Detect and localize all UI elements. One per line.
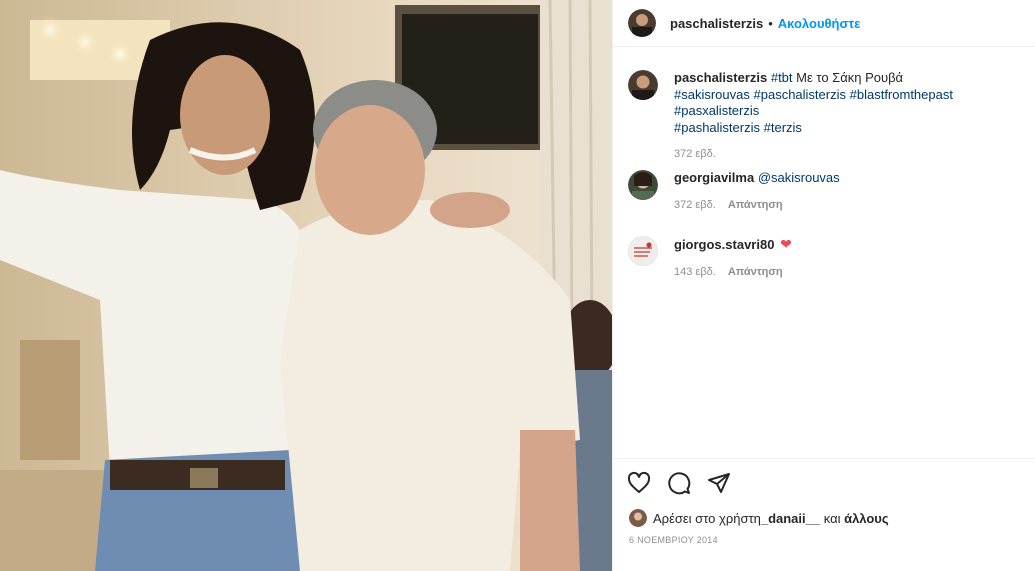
follow-button[interactable]: Ακολουθήστε [778,16,861,31]
hashtag[interactable]: #pashalisterzis [674,120,760,135]
caption: paschalisterzis #tbt Με το Σάκη Ρουβά #s… [628,70,1014,163]
likes-summary: Αρέσει στο χρήστη _danaii__ και άλλους [613,507,1034,529]
reply-button[interactable]: Απάντηση [728,197,783,214]
action-bar [613,459,1034,507]
heart-icon[interactable] [627,471,651,495]
liker-username[interactable]: _danaii__ [761,511,820,526]
likes-prefix: Αρέσει στο χρήστη [653,510,761,526]
comments-list: paschalisterzis #tbt Με το Σάκη Ρουβά #s… [613,48,1034,458]
author-avatar[interactable] [628,9,656,37]
comment-mention[interactable]: @sakisrouvas [758,170,840,185]
caption-body: paschalisterzis #tbt Με το Σάκη Ρουβά #s… [674,70,1014,163]
likes-middle: και [820,510,845,526]
comment-meta: 372 εβδ. Απάντηση [674,197,1014,214]
post-date[interactable]: 6 ΝΟΕΜΒΡΙΟΥ 2014 [613,535,1034,545]
comment-body: giorgos.stavri80 ❤ 143 εβδ. Απάντηση [674,236,1014,280]
share-icon[interactable] [707,471,731,495]
comment-username[interactable]: giorgos.stavri80 [674,237,774,252]
comment-item: georgiavilma @sakisrouvas 372 εβδ. Απάντ… [628,170,1014,213]
likes-others[interactable]: άλλους [844,511,889,526]
caption-text: Με το Σάκη Ρουβά [792,70,904,85]
post-photo[interactable] [0,0,612,571]
liker-avatar[interactable] [629,509,647,527]
reply-button[interactable]: Απάντηση [728,264,783,281]
comment-time[interactable]: 143 εβδ. [674,264,716,281]
post-header: paschalisterzis • Ακολουθήστε [613,0,1034,47]
hashtag[interactable]: #sakisrouvas [674,87,750,102]
caption-time[interactable]: 372 εβδ. [674,146,716,163]
post-side-panel: paschalisterzis • Ακολουθήστε paschalist… [612,0,1034,571]
hashtag-tbt[interactable]: #tbt [771,70,793,85]
hashtag[interactable]: #pasxalisterzis [674,103,759,118]
caption-username[interactable]: paschalisterzis [674,70,767,85]
heart-emoji: ❤ [780,236,792,252]
commenter-avatar[interactable] [628,170,658,200]
hashtag[interactable]: #terzis [764,120,802,135]
comment-item: giorgos.stavri80 ❤ 143 εβδ. Απάντηση [628,236,1014,280]
header-separator: • [768,15,773,31]
caption-meta: 372 εβδ. [674,146,1014,163]
post-footer: Αρέσει στο χρήστη _danaii__ και άλλους 6… [613,458,1034,545]
commenter-avatar[interactable] [628,236,658,266]
comment-username[interactable]: georgiavilma [674,170,754,185]
photo-illustration [0,0,612,571]
comment-body: georgiavilma @sakisrouvas 372 εβδ. Απάντ… [674,170,1014,213]
hashtag[interactable]: #blastfromthepast [850,87,953,102]
comment-time[interactable]: 372 εβδ. [674,197,716,214]
hashtag[interactable]: #paschalisterzis [754,87,847,102]
comment-meta: 143 εβδ. Απάντηση [674,264,1014,281]
comment-icon[interactable] [667,471,691,495]
author-username[interactable]: paschalisterzis [670,16,763,31]
caption-avatar[interactable] [628,70,658,100]
